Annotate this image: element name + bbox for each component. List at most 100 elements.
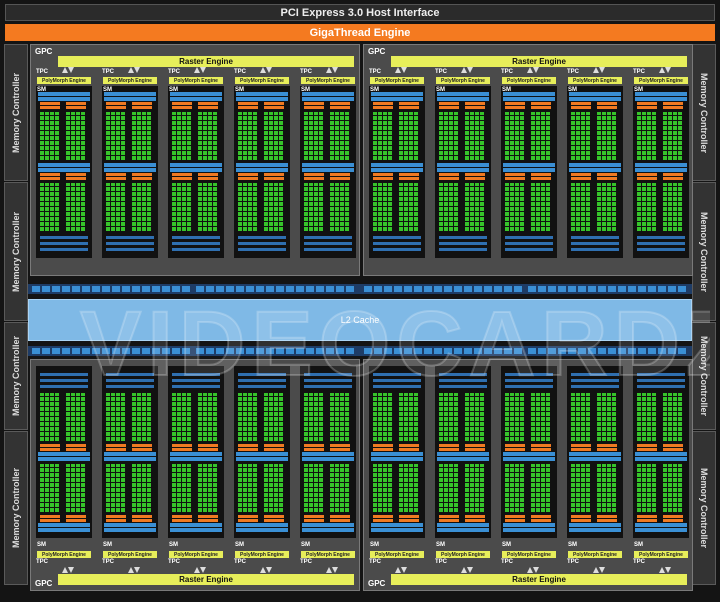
- dispatch-unit: [106, 444, 126, 447]
- texture-unit-bar: [439, 385, 487, 388]
- register-file-bar: [437, 457, 489, 461]
- cuda-core-grid: [571, 464, 591, 512]
- dispatch-unit: [663, 444, 683, 447]
- sm-label: SM: [301, 542, 310, 548]
- register-file-bar: [236, 457, 288, 461]
- dispatch-unit: [465, 448, 485, 451]
- dispatch-unit: [172, 444, 192, 447]
- tpc-block: TPC PolyMorph Engine SM: [434, 69, 492, 269]
- register-file-bar: [170, 168, 222, 172]
- texture-unit-bar: [637, 373, 685, 376]
- polymorph-engine: PolyMorph Engine: [301, 551, 355, 558]
- dispatch-unit: [198, 515, 218, 518]
- dispatch-unit: [531, 102, 551, 105]
- dispatch-unit: [637, 102, 657, 105]
- dispatch-unit: [571, 173, 591, 176]
- raster-arrow-icon: [61, 67, 75, 73]
- tpc-label: TPC: [102, 69, 114, 75]
- raster-arrow-icon: [394, 67, 408, 73]
- memory-controller: Memory Controller: [692, 431, 716, 585]
- cuda-core-grid: [198, 112, 218, 160]
- dispatch-unit: [637, 515, 657, 518]
- cuda-core-grid: [399, 464, 419, 512]
- dispatch-unit: [597, 519, 617, 522]
- raster-arrow-icon: [325, 567, 339, 573]
- tpc-block: TPC PolyMorph Engine SM: [35, 69, 93, 269]
- sm-label: SM: [502, 542, 511, 548]
- tpc-block: TPC PolyMorph Engine SM: [101, 366, 159, 566]
- l2-segment: [528, 286, 688, 292]
- cuda-core-grid: [439, 112, 459, 160]
- dispatch-unit: [571, 177, 591, 180]
- tpc-block: TPC PolyMorph Engine SM: [35, 366, 93, 566]
- register-file-bar: [503, 457, 555, 461]
- dispatch-unit: [531, 519, 551, 522]
- raster-arrow-icon: [61, 567, 75, 573]
- cuda-core-grid: [505, 393, 525, 441]
- texture-unit-bar: [304, 236, 352, 239]
- dispatch-unit: [172, 102, 192, 105]
- cuda-core-grid: [66, 112, 86, 160]
- texture-unit-bar: [505, 248, 553, 251]
- tpc-label: TPC: [567, 559, 579, 565]
- l2-segment: [528, 348, 688, 354]
- texture-unit-bar: [373, 248, 421, 251]
- dispatch-unit: [505, 448, 525, 451]
- dispatch-unit: [597, 444, 617, 447]
- memory-controller: Memory Controller: [692, 182, 716, 321]
- dispatch-unit: [505, 106, 525, 109]
- polymorph-engine: PolyMorph Engine: [634, 551, 688, 558]
- register-file-bar: [371, 163, 423, 167]
- polymorph-engine: PolyMorph Engine: [37, 551, 91, 558]
- dispatch-unit: [40, 102, 60, 105]
- dispatch-unit: [66, 519, 86, 522]
- tpc-block: TPC PolyMorph Engine SM: [299, 69, 357, 269]
- cuda-core-grid: [106, 112, 126, 160]
- polymorph-engine: PolyMorph Engine: [502, 77, 556, 84]
- dispatch-unit: [264, 444, 284, 447]
- cuda-core-grid: [465, 393, 485, 441]
- register-file-bar: [104, 457, 156, 461]
- polymorph-engine: PolyMorph Engine: [235, 551, 289, 558]
- polymorph-engine: PolyMorph Engine: [502, 551, 556, 558]
- sm-label: SM: [436, 542, 445, 548]
- dispatch-unit: [264, 173, 284, 176]
- dispatch-unit: [571, 448, 591, 451]
- register-file-bar: [635, 457, 687, 461]
- register-file-bar: [170, 457, 222, 461]
- dispatch-unit: [531, 173, 551, 176]
- raster-arrow-icon: [592, 567, 606, 573]
- texture-unit-bar: [238, 248, 286, 251]
- cuda-core-grid: [531, 112, 551, 160]
- register-file-bar: [503, 168, 555, 172]
- dispatch-unit: [373, 173, 393, 176]
- dispatch-unit: [373, 515, 393, 518]
- dispatch-unit: [264, 177, 284, 180]
- register-file-bar: [569, 97, 621, 101]
- sm-label: SM: [634, 542, 643, 548]
- register-file-bar: [302, 92, 354, 96]
- cuda-core-grid: [505, 464, 525, 512]
- cuda-core-grid: [465, 464, 485, 512]
- texture-unit-bar: [439, 379, 487, 382]
- dispatch-unit: [106, 515, 126, 518]
- register-file-bar: [635, 163, 687, 167]
- tpc-label: TPC: [168, 559, 180, 565]
- memory-controller: Memory Controller: [4, 431, 28, 585]
- polymorph-engine: PolyMorph Engine: [103, 551, 157, 558]
- cuda-core-grid: [373, 464, 393, 512]
- dispatch-unit: [531, 106, 551, 109]
- cuda-core-grid: [637, 464, 657, 512]
- raster-arrow-icon: [259, 567, 273, 573]
- raster-arrow-icon: [127, 567, 141, 573]
- register-file-bar: [635, 523, 687, 527]
- raster-arrow-icon: [658, 567, 672, 573]
- dispatch-unit: [264, 106, 284, 109]
- register-file-bar: [236, 528, 288, 532]
- dispatch-unit: [373, 444, 393, 447]
- cuda-core-grid: [571, 393, 591, 441]
- dispatch-unit: [198, 102, 218, 105]
- register-file-bar: [38, 452, 90, 456]
- dispatch-unit: [238, 173, 258, 176]
- dispatch-unit: [439, 515, 459, 518]
